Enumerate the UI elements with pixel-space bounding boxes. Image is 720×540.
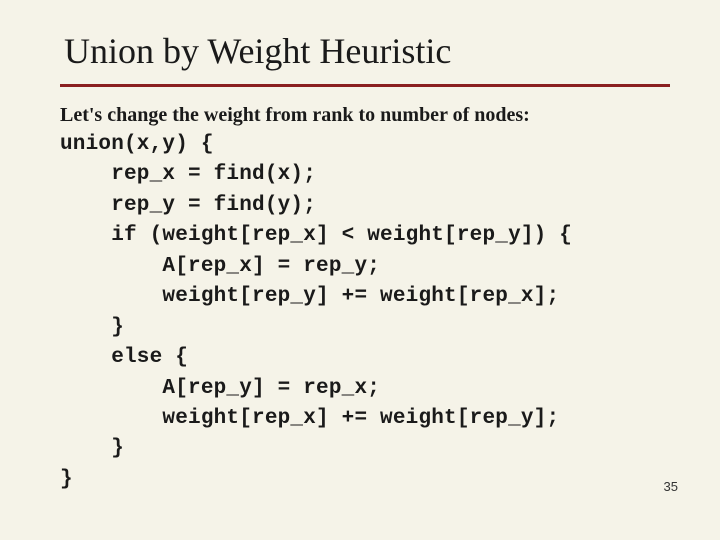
code-line: union(x,y) { — [60, 133, 214, 156]
code-line: else { — [60, 346, 188, 369]
title-divider — [60, 84, 670, 87]
code-line: if (weight[rep_x] < weight[rep_y]) { — [60, 224, 572, 247]
page-number: 35 — [664, 479, 678, 494]
code-line: rep_x = find(x); — [60, 163, 316, 186]
code-line: } — [60, 316, 124, 339]
code-line: rep_y = find(y); — [60, 194, 316, 217]
slide-content: Let's change the weight from rank to num… — [60, 101, 670, 495]
code-line: A[rep_y] = rep_x; — [60, 377, 380, 400]
slide: Union by Weight Heuristic Let's change t… — [0, 0, 720, 540]
code-line: weight[rep_y] += weight[rep_x]; — [60, 285, 559, 308]
code-line: weight[rep_x] += weight[rep_y]; — [60, 407, 559, 430]
code-line: } — [60, 468, 73, 491]
code-line: A[rep_x] = rep_y; — [60, 255, 380, 278]
slide-title: Union by Weight Heuristic — [64, 30, 670, 72]
intro-text: Let's change the weight from rank to num… — [60, 101, 670, 130]
code-line: } — [60, 437, 124, 460]
code-block: union(x,y) { rep_x = find(x); rep_y = fi… — [60, 130, 670, 495]
